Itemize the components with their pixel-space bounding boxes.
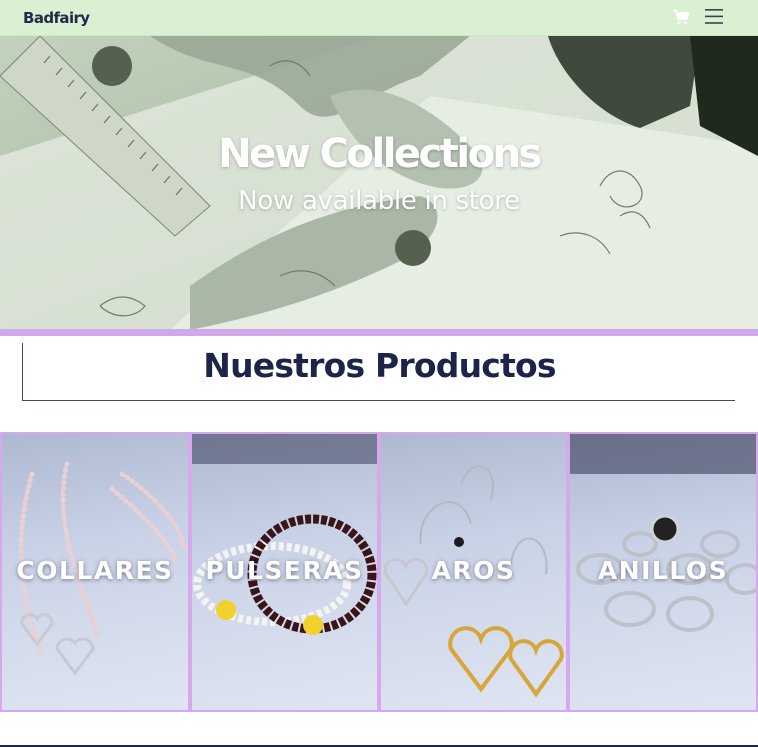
brand-logo[interactable]: Badfairy <box>23 9 90 27</box>
category-grid: COLLARES PULSERAS AROS ANILLOS <box>0 432 758 712</box>
hero-image <box>0 36 758 330</box>
hero-title: New Collections <box>218 131 542 177</box>
products-heading-box: Nuestros Productos <box>22 343 735 401</box>
category-card-aros[interactable]: AROS <box>379 432 568 712</box>
shopping-cart-icon[interactable] <box>672 8 690 26</box>
hero-banner: New Collections Now available in store <box>0 36 758 330</box>
category-label: ANILLOS <box>597 556 729 585</box>
category-card-collares[interactable]: COLLARES <box>0 432 190 712</box>
hamburger-menu-icon[interactable] <box>705 8 724 25</box>
hero-subtitle: Now available in store <box>238 186 520 216</box>
category-card-anillos[interactable]: ANILLOS <box>568 432 758 712</box>
category-card-pulseras[interactable]: PULSERAS <box>190 432 379 712</box>
category-label: COLLARES <box>16 556 174 585</box>
category-label: PULSERAS <box>205 556 364 585</box>
accent-divider <box>0 329 758 336</box>
category-label: AROS <box>431 556 516 585</box>
products-heading: Nuestros Productos <box>203 346 556 385</box>
top-navbar: Badfairy <box>0 0 758 36</box>
